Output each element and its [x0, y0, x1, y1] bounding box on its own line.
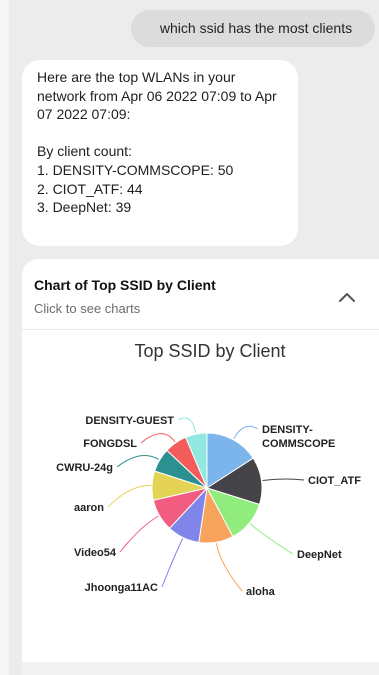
- bot-intro-text: Here are the top WLANs in your network f…: [37, 69, 277, 123]
- pie-label-fongdsl: FONGDSL: [83, 438, 137, 450]
- bot-list-item-2: 2. CIOT_ATF: 44: [37, 180, 143, 197]
- bot-list-item-1: 1. DENSITY-COMMSCOPE: 50: [37, 161, 234, 178]
- chevron-up-icon: [339, 293, 355, 302]
- pie-chart: Top SSID by Client DENSITY-COMMSCOPE CIOT…: [56, 341, 361, 598]
- leader-line-ciot-atf: [262, 478, 305, 481]
- bot-message-bubble: Here are the top WLANs in your network f…: [22, 60, 298, 246]
- pie-label-density-guest: DENSITY-GUEST: [85, 415, 174, 427]
- chart-card-header[interactable]: Chart of Top SSID by Client Click to see…: [22, 259, 379, 330]
- pie-label-cwru-24g: CWRU-24g: [56, 462, 113, 474]
- bottom-bar: [22, 662, 379, 675]
- pie-label-deepnet: DeepNet: [297, 549, 342, 561]
- chart-card-title: Chart of Top SSID by Client: [34, 277, 216, 293]
- leader-line-fongdsl: [140, 433, 176, 444]
- leader-line-density-commscope: [233, 425, 259, 440]
- pie-label-video54: Video54: [74, 547, 117, 559]
- pie-label-density-commscope: DENSITY-COMMSCOPE: [262, 424, 335, 450]
- chart-card: Chart of Top SSID by Client Click to see…: [22, 259, 379, 675]
- bot-list-item-3: 3. DeepNet: 39: [37, 199, 132, 216]
- leader-line-density-guest: [177, 417, 197, 434]
- chart-card-subtitle[interactable]: Click to see charts: [34, 301, 140, 316]
- chart-title: Top SSID by Client: [134, 341, 285, 361]
- leader-line-video54: [119, 515, 159, 553]
- bot-list-heading: By client count:: [37, 143, 132, 160]
- leader-line-jhoonga11ac: [161, 538, 184, 588]
- leader-line-deepnet: [249, 523, 294, 555]
- collapse-button[interactable]: [335, 286, 359, 310]
- leader-line-aloha: [215, 543, 243, 592]
- pie-label-ciot-atf: CIOT_ATF: [308, 475, 361, 487]
- user-message-text: which ssid has the most clients: [159, 20, 353, 36]
- left-edge: [0, 0, 9, 675]
- pie-label-aaron: aaron: [74, 502, 104, 514]
- pie-label-jhoonga11ac: Jhoonga11AC: [85, 582, 158, 594]
- leader-line-aaron: [107, 484, 152, 508]
- leader-line-cwru-24g: [116, 455, 160, 468]
- pie-label-aloha: aloha: [246, 586, 276, 598]
- user-message-bubble: which ssid has the most clients: [131, 10, 375, 47]
